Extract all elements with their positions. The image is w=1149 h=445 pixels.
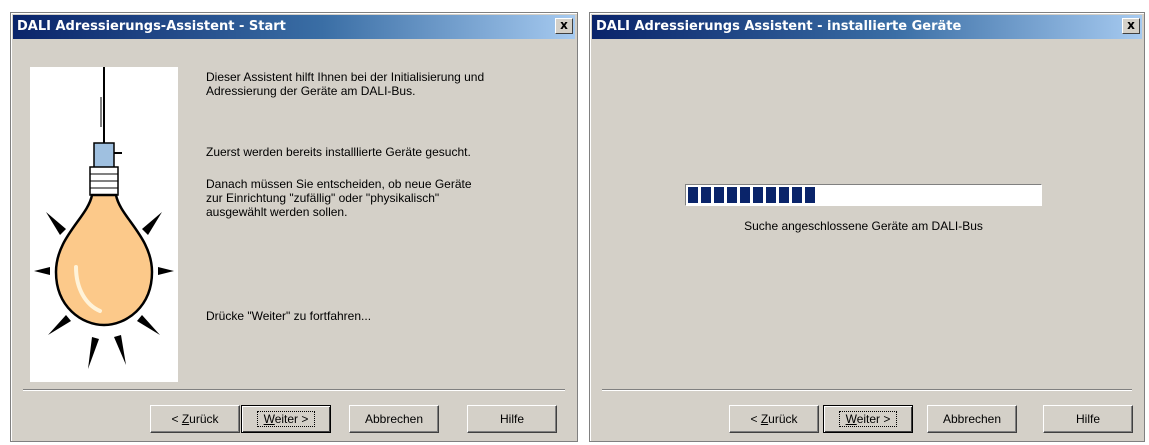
- back-button[interactable]: < Zurück: [150, 405, 240, 433]
- next-accelerator: W: [263, 412, 275, 426]
- close-button[interactable]: x: [1122, 18, 1140, 34]
- decide-line-3: ausgewählt werden sollen.: [206, 205, 348, 219]
- back-label: urück: [768, 412, 798, 426]
- next-label: eiter >: [274, 412, 309, 426]
- cancel-button[interactable]: Abbrechen: [349, 405, 439, 433]
- next-accelerator: W: [845, 412, 857, 426]
- help-button[interactable]: Hilfe: [1043, 405, 1133, 433]
- progress-bar: [685, 184, 1042, 206]
- back-label: urück: [189, 412, 219, 426]
- focus-rect: Weiter >: [256, 411, 316, 427]
- focus-rect: Weiter >: [838, 411, 898, 427]
- back-prefix: <: [750, 412, 761, 426]
- search-text: Zuerst werden bereits installlierte Gerä…: [206, 145, 471, 159]
- progress-fill: [688, 187, 815, 203]
- status-text: Suche angeschlossene Geräte am DALI-Bus: [744, 219, 983, 233]
- intro-text: Dieser Assistent hilft Ihnen bei der Ini…: [206, 70, 556, 98]
- separator: [23, 389, 565, 391]
- back-button[interactable]: < Zurück: [729, 405, 819, 433]
- cancel-button[interactable]: Abbrechen: [927, 405, 1017, 433]
- close-button[interactable]: x: [555, 18, 573, 34]
- dialog-start: DALI Adressierungs-Assistent - Start x D…: [10, 12, 578, 442]
- help-button[interactable]: Hilfe: [467, 405, 557, 433]
- continue-text: Drücke "Weiter" zu fortfahren...: [206, 309, 372, 323]
- close-icon: x: [560, 18, 568, 32]
- decide-line-1: Danach müssen Sie entscheiden, ob neue G…: [206, 177, 472, 191]
- dialog-installed-devices: DALI Adressierungs Assistent - installie…: [589, 12, 1145, 442]
- separator: [602, 389, 1132, 391]
- close-icon: x: [1127, 18, 1135, 32]
- decide-text: Danach müssen Sie entscheiden, ob neue G…: [206, 177, 556, 219]
- window-title: DALI Adressierungs-Assistent - Start: [17, 19, 286, 34]
- title-bar[interactable]: DALI Adressierungs Assistent - installie…: [592, 15, 1142, 39]
- title-bar[interactable]: DALI Adressierungs-Assistent - Start x: [13, 15, 575, 39]
- next-button[interactable]: Weiter >: [241, 405, 331, 433]
- next-button[interactable]: Weiter >: [823, 405, 913, 433]
- intro-line-1: Dieser Assistent hilft Ihnen bei der Ini…: [206, 70, 485, 84]
- decide-line-2: zur Einrichtung "zufällig" oder "physika…: [206, 191, 440, 205]
- light-bulb-illustration: [34, 67, 174, 369]
- next-label: eiter >: [856, 412, 891, 426]
- window-title: DALI Adressierungs Assistent - installie…: [596, 19, 962, 34]
- intro-line-2: Adressierung der Geräte am DALI-Bus.: [206, 84, 416, 98]
- back-prefix: <: [171, 412, 182, 426]
- light-bulb-icon: [30, 67, 178, 382]
